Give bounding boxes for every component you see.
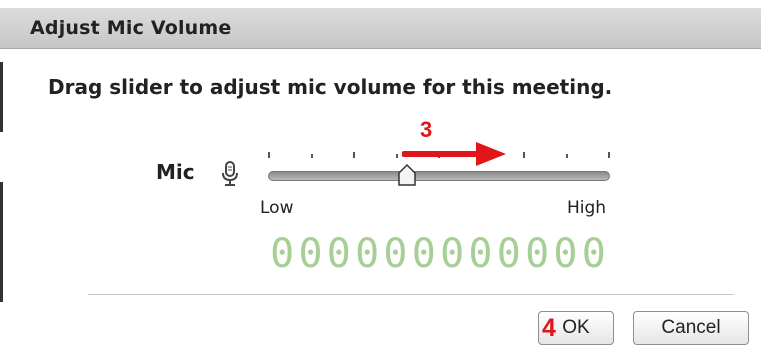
level-meter-segment: 0 [326, 231, 351, 277]
level-meter-segment: 0 [525, 231, 550, 277]
annotation-step-4: 4 [542, 314, 556, 342]
level-meter-segment: 0 [553, 231, 578, 277]
level-meter-segment: 0 [440, 231, 465, 277]
level-meter-segment: 0 [298, 231, 323, 277]
slider-track[interactable] [268, 171, 610, 181]
level-meter-segment: 0 [468, 231, 493, 277]
level-meter-segment: 0 [355, 231, 380, 277]
microphone-icon [222, 161, 238, 186]
dialog-titlebar[interactable]: Adjust Mic Volume [0, 8, 761, 49]
slider-tick [608, 152, 610, 158]
button-divider [88, 294, 734, 295]
instruction-text: Drag slider to adjust mic volume for thi… [48, 75, 613, 99]
cancel-button-label: Cancel [661, 317, 721, 338]
level-meter-segment: 0 [496, 231, 521, 277]
dialog-title: Adjust Mic Volume [30, 17, 232, 39]
mic-label: Mic [156, 160, 195, 184]
annotation-step-3: 3 [420, 117, 433, 142]
mic-level-meter: 000000000000 [268, 230, 608, 278]
background-window-edge [0, 62, 3, 302]
slider-minor-tick [565, 154, 568, 158]
slider-tick [353, 152, 355, 158]
slider-minor-tick [395, 154, 398, 158]
level-meter-segment: 0 [383, 231, 408, 277]
level-meter-segment: 0 [581, 231, 606, 277]
adjust-mic-volume-dialog: Adjust Mic Volume Drag slider to adjust … [0, 0, 761, 347]
level-meter-segment: 0 [411, 231, 436, 277]
slider-tick [268, 152, 270, 158]
slider-minor-tick [310, 154, 313, 158]
annotation-arrow-icon [402, 142, 506, 166]
cancel-button[interactable]: Cancel [633, 311, 749, 345]
level-meter-segment: 0 [270, 231, 295, 277]
ok-button-label: OK [562, 317, 590, 338]
slider-low-label: Low [260, 198, 294, 218]
slider-tick [523, 152, 525, 158]
slider-high-label: High [567, 198, 607, 218]
